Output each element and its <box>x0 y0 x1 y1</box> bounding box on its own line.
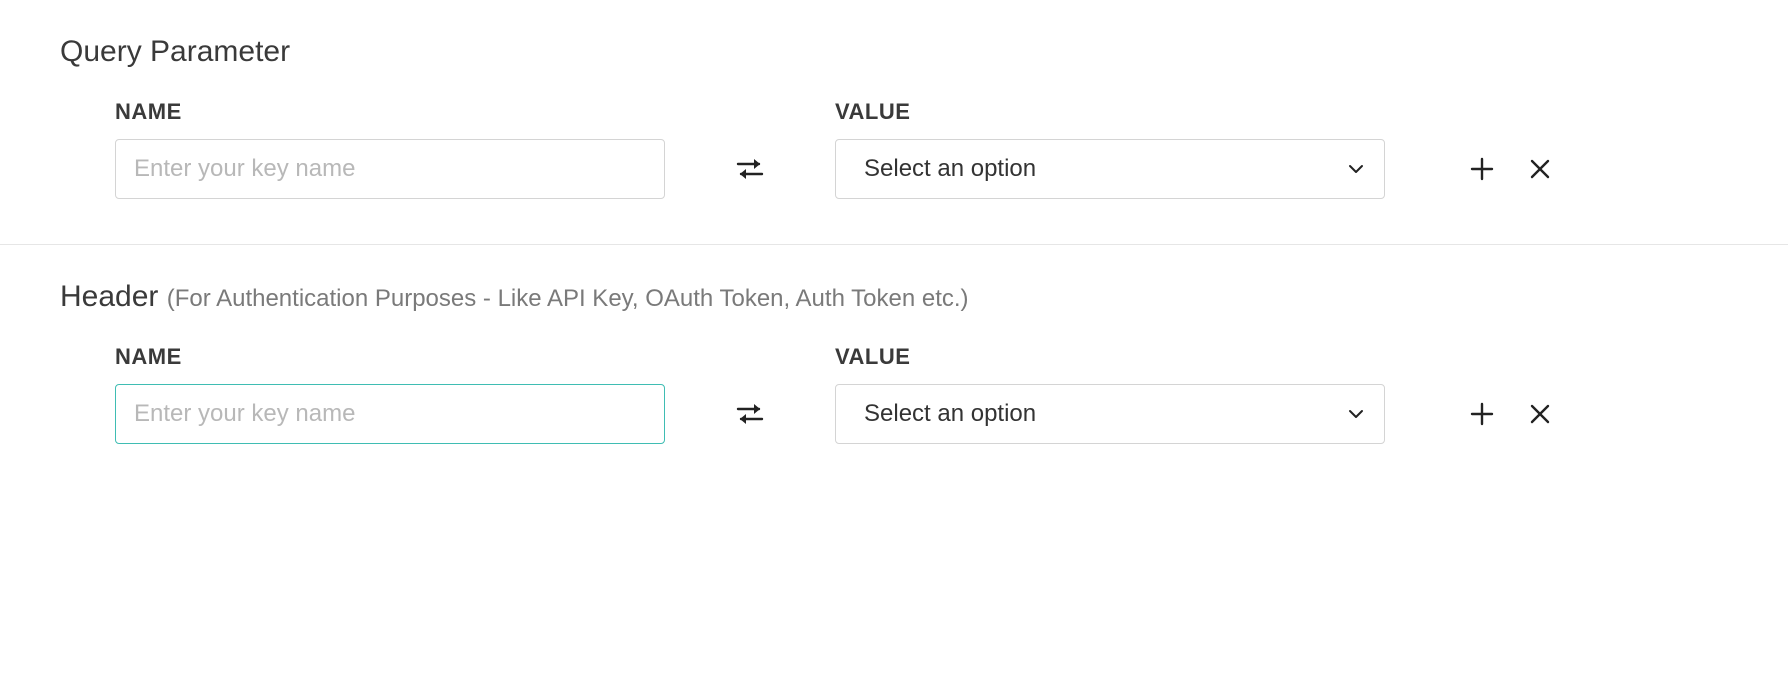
query-name-input[interactable] <box>115 139 665 199</box>
value-label: VALUE <box>835 99 910 124</box>
chevron-down-icon <box>1346 404 1366 424</box>
select-value-text: Select an option <box>864 400 1036 428</box>
name-label: NAME <box>115 99 182 124</box>
query-param-row: Select an option <box>115 139 1728 199</box>
section-subtitle-header: (For Authentication Purposes - Like API … <box>167 285 969 312</box>
name-label: NAME <box>115 344 182 369</box>
swap-icon[interactable] <box>735 157 765 181</box>
header-row: Select an option <box>115 384 1728 444</box>
add-row-button[interactable] <box>1467 399 1497 429</box>
select-value-text: Select an option <box>864 155 1036 183</box>
header-section: Header (For Authentication Purposes - Li… <box>0 244 1788 489</box>
header-value-select[interactable]: Select an option <box>835 384 1385 444</box>
query-value-select[interactable]: Select an option <box>835 139 1385 199</box>
header-name-input[interactable] <box>115 384 665 444</box>
value-label: VALUE <box>835 344 910 369</box>
section-title-header: Header (For Authentication Purposes - Li… <box>60 280 1728 314</box>
chevron-down-icon <box>1346 159 1366 179</box>
remove-row-button[interactable] <box>1525 399 1555 429</box>
add-row-button[interactable] <box>1467 154 1497 184</box>
query-parameter-section: Query Parameter NAME VALUE <box>0 0 1788 244</box>
section-title-query: Query Parameter <box>60 35 1728 69</box>
remove-row-button[interactable] <box>1525 154 1555 184</box>
swap-icon[interactable] <box>735 402 765 426</box>
